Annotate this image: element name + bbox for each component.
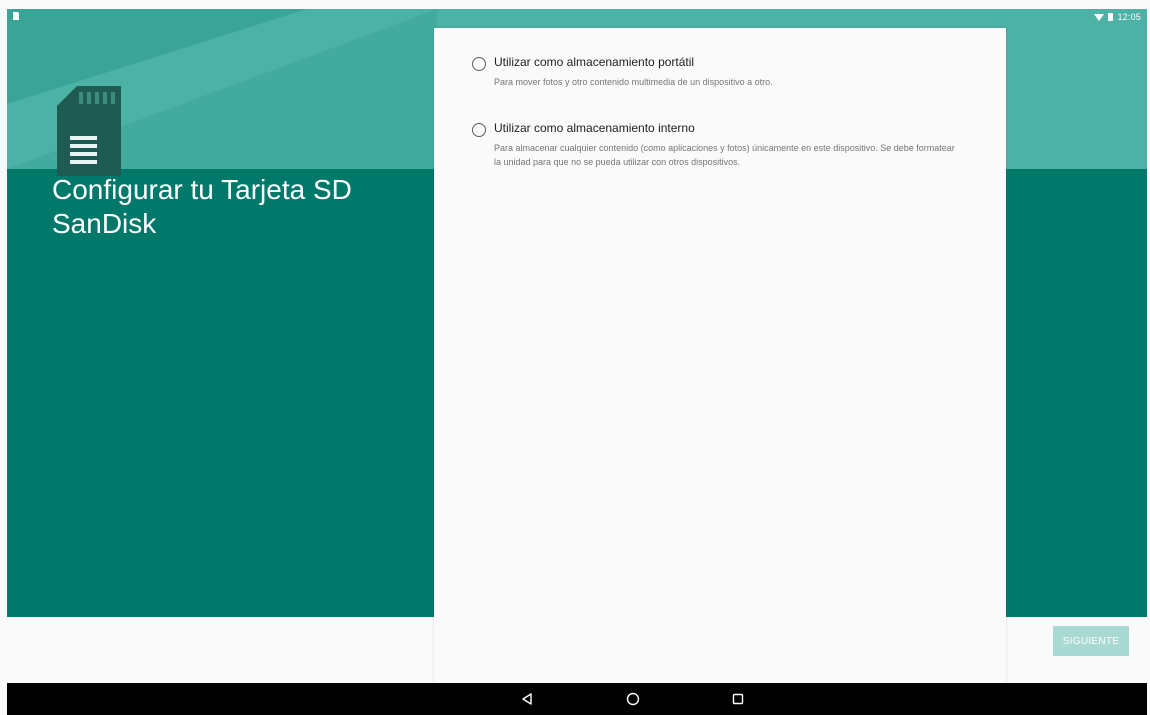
option-description: Para mover fotos y otro contenido multim… [494,77,773,87]
radio-button[interactable] [472,57,486,71]
clock: 12:05 [1117,12,1141,22]
radio-button[interactable] [472,123,486,137]
status-bar: 12:05 [7,9,1147,29]
next-button[interactable]: SIGUIENTE [1053,626,1129,656]
option-description: Para almacenar cualquier contenido (como… [494,143,955,167]
navigation-bar [7,683,1147,715]
back-icon [522,693,532,705]
setup-screen: 12:05 Configurar tu Tarjeta SD SanDisk U… [0,0,1150,715]
home-icon [626,692,640,706]
recents-button[interactable] [726,689,750,709]
options-card: Utilizar como almacenamiento portátil Pa… [434,28,1006,683]
sd-card-icon [57,86,121,176]
home-button[interactable] [621,689,645,709]
page-title: Configurar tu Tarjeta SD SanDisk [52,174,352,239]
status-right-group: 12:05 [1094,12,1141,22]
recents-icon [732,693,744,705]
device-screen: 12:05 Configurar tu Tarjeta SD SanDisk U… [7,9,1147,683]
sd-card-icon [13,12,19,20]
battery-icon [1108,13,1114,21]
back-button[interactable] [515,689,539,709]
option-title: Utilizar como almacenamiento interno [494,121,695,135]
option-title: Utilizar como almacenamiento portátil [494,55,695,69]
wifi-icon [1094,13,1105,21]
